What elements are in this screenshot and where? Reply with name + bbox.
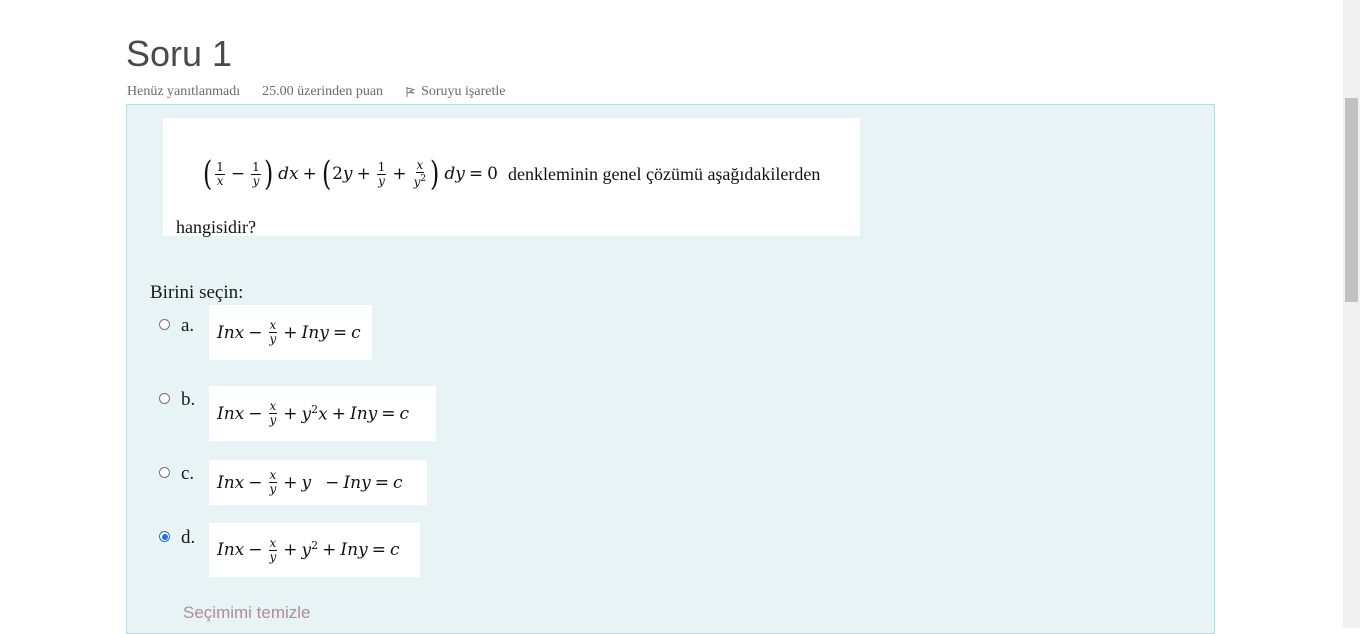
page-scrollbar[interactable] <box>1343 0 1360 628</box>
flag-icon <box>406 87 416 97</box>
option-a-formula: Inx − xy + Iny = c <box>209 305 372 360</box>
option-c-formula: Inx − xy + y − Iny = c <box>209 460 427 505</box>
option-a-radio[interactable] <box>159 319 170 330</box>
option-d-letter: d. <box>181 527 196 548</box>
question-equation: ( 1x − 1y ) dx + ( 2y + 1y + x y2 ) dy = … <box>202 144 852 204</box>
option-b-letter: b. <box>181 389 196 410</box>
question-text-line2: hangisidir? <box>176 217 256 237</box>
option-c-radio[interactable] <box>159 467 170 478</box>
option-d-radio[interactable] <box>159 531 170 542</box>
answer-option-c[interactable]: c. Inx − xy + y − Iny = c <box>159 460 427 505</box>
question-state: Henüz yanıtlanmadı <box>127 84 241 99</box>
option-d-formula: Inx − xy + y2 + Iny = c <box>209 523 420 577</box>
answer-option-b[interactable]: b. Inx − xy + y2x + Iny = c <box>159 386 436 441</box>
question-content: ( 1x − 1y ) dx + ( 2y + 1y + x y2 ) dy = … <box>126 104 1215 634</box>
flag-label: Soruyu işaretle <box>421 84 506 99</box>
option-c-letter: c. <box>181 463 195 484</box>
flag-question-link[interactable]: Soruyu işaretle <box>405 84 505 100</box>
answer-prompt: Birini seçin: <box>150 282 244 303</box>
answer-option-a[interactable]: a. Inx − xy + Iny = c <box>159 305 372 360</box>
option-a-letter: a. <box>181 315 195 336</box>
option-b-radio[interactable] <box>159 393 170 404</box>
answer-option-d[interactable]: d. Inx − xy + y2 + Iny = c <box>159 523 420 577</box>
equation-formula: ( 1x − 1y ) dx + ( 2y + 1y + x y2 ) dy = … <box>202 154 498 194</box>
question-text: ( 1x − 1y ) dx + ( 2y + 1y + x y2 ) dy = … <box>163 118 860 237</box>
option-b-formula: Inx − xy + y2x + Iny = c <box>209 386 436 441</box>
question-text-tail: denkleminin genel çözümü aşağıdakilerden <box>508 163 821 184</box>
question-info: Henüz yanıtlanmadı 25.00 üzerinden puan … <box>127 82 505 102</box>
question-grade: 25.00 üzerinden puan <box>262 84 384 99</box>
clear-selection-link[interactable]: Seçimimi temizle <box>183 603 311 623</box>
question-title: Soru 1 <box>126 33 233 74</box>
scrollbar-thumb[interactable] <box>1345 98 1358 302</box>
